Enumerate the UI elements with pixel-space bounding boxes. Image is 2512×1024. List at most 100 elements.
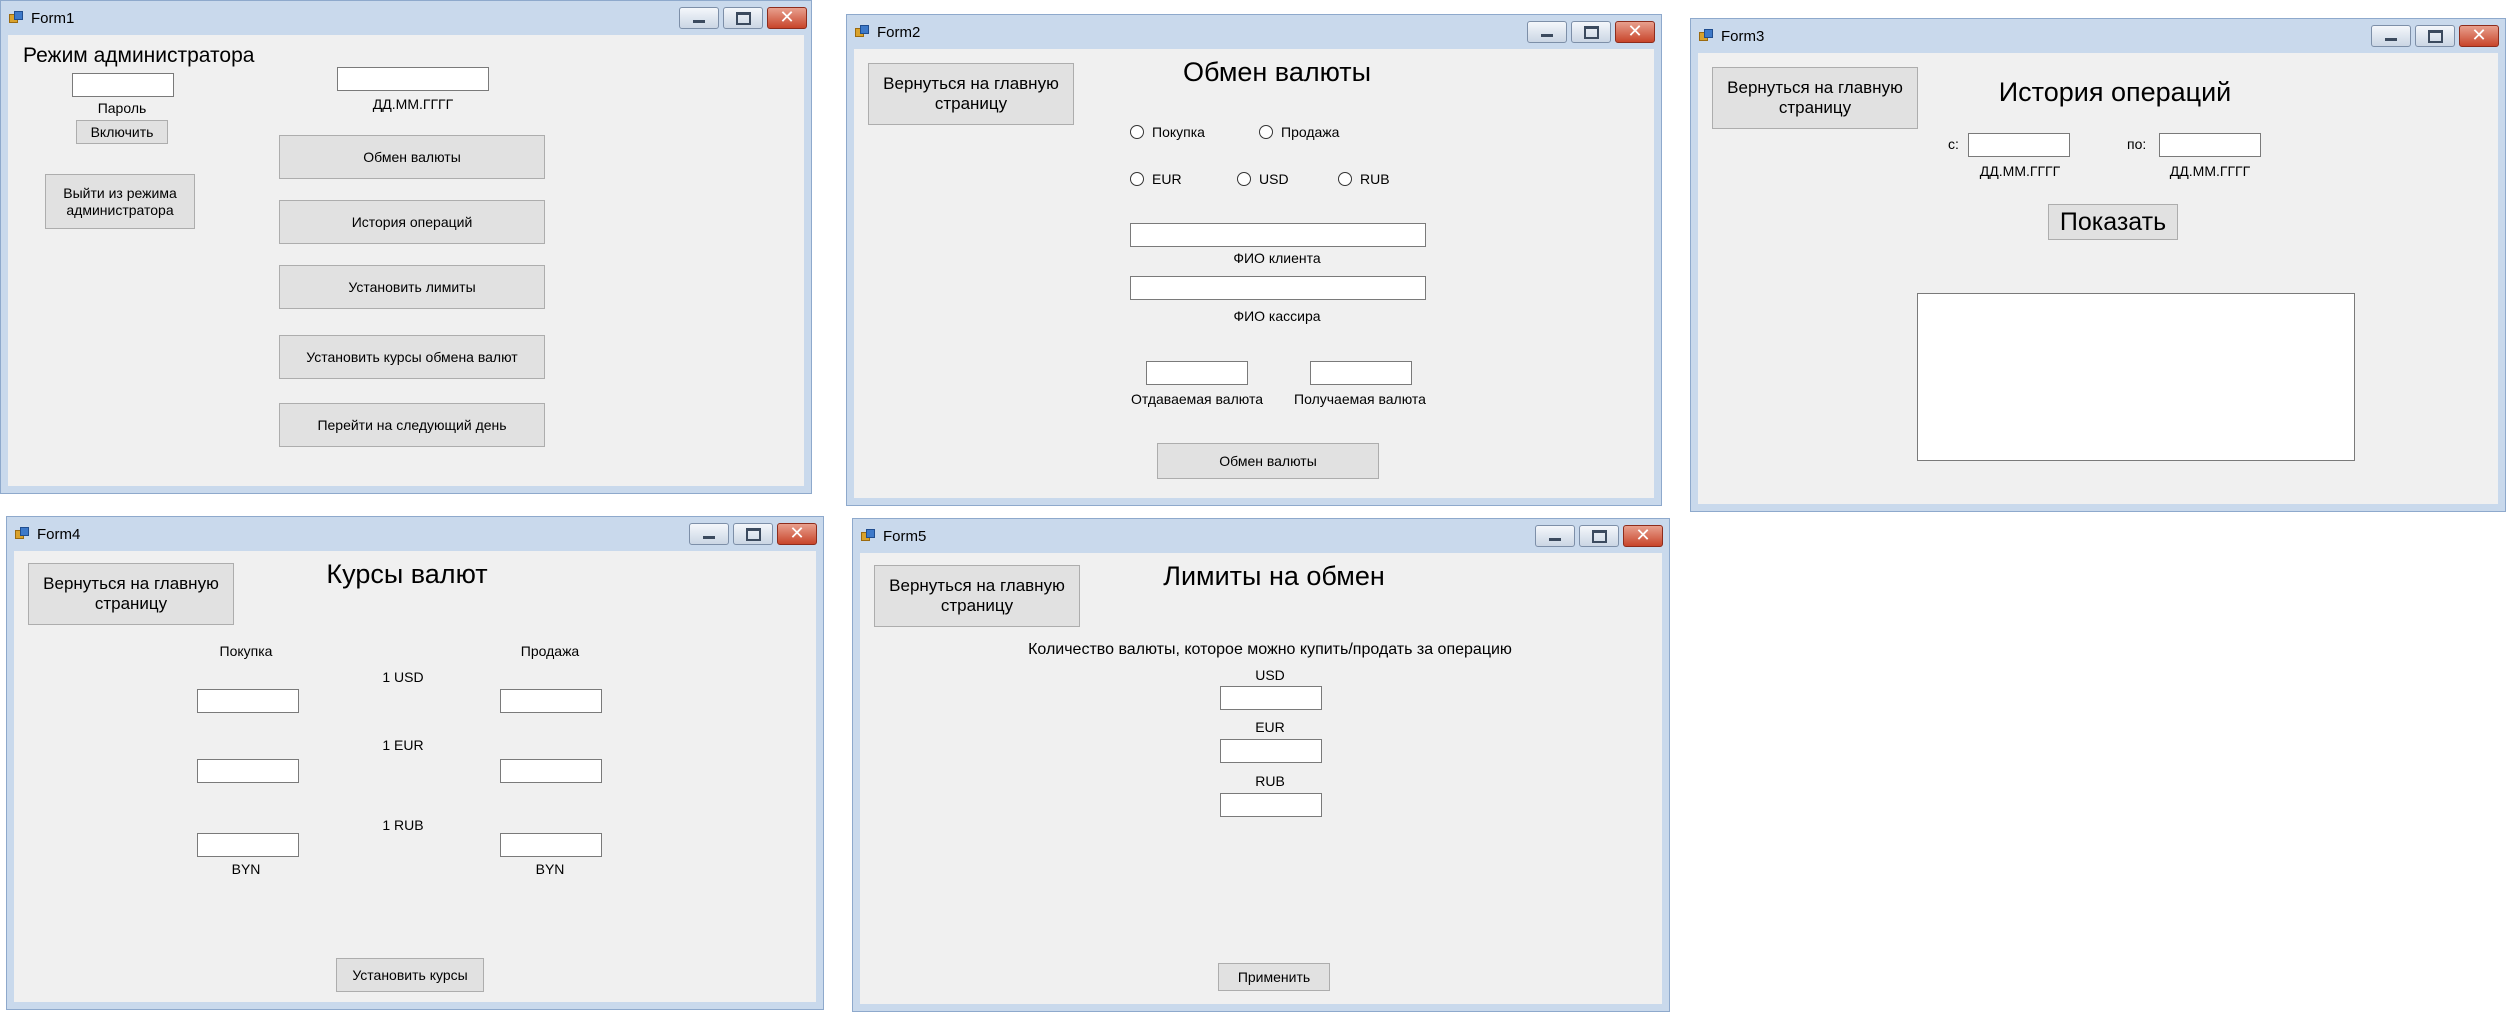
form2-title: Form2 — [877, 24, 921, 41]
form2-window: Form2 ✕ Вернуться на главную страницу Об… — [846, 14, 1662, 506]
exit-admin-button[interactable]: Выйти из режима администратора — [45, 174, 195, 229]
close-button[interactable]: ✕ — [777, 523, 817, 545]
form4-titlebar[interactable]: Form4 ✕ — [7, 517, 823, 551]
usd-buy-input[interactable] — [197, 689, 299, 713]
radio-icon — [1130, 125, 1144, 139]
apply-limits-button[interactable]: Применить — [1218, 963, 1330, 991]
minimize-button[interactable] — [2371, 25, 2411, 47]
radio-eur[interactable]: EUR — [1130, 171, 1182, 187]
back-to-main-button[interactable]: Вернуться на главную страницу — [1712, 67, 1918, 129]
limits-description: Количество валюты, которое можно купить/… — [1028, 641, 1512, 658]
radio-buy[interactable]: Покупка — [1130, 124, 1205, 140]
next-day-button[interactable]: Перейти на следующий день — [279, 403, 545, 447]
back-to-main-button[interactable]: Вернуться на главную страницу — [874, 565, 1080, 627]
given-currency-label: Отдаваемая валюта — [1131, 391, 1263, 407]
buy-column-label: Покупка — [219, 643, 273, 659]
radio-icon — [1338, 172, 1352, 186]
minimize-button[interactable] — [679, 7, 719, 29]
given-currency-input[interactable] — [1146, 361, 1248, 385]
back-to-main-button[interactable]: Вернуться на главную страницу — [28, 563, 234, 625]
currency-exchange-button[interactable]: Обмен валюты — [279, 135, 545, 179]
exchange-submit-button[interactable]: Обмен валюты — [1157, 443, 1379, 479]
close-button[interactable]: ✕ — [1615, 21, 1655, 43]
minimize-icon — [1541, 33, 1553, 37]
form4-window: Form4 ✕ Вернуться на главную страницу Ку… — [6, 516, 824, 1010]
to-date-label: по: — [2127, 136, 2147, 152]
radio-rub[interactable]: RUB — [1338, 171, 1390, 187]
minimize-button[interactable] — [1527, 21, 1567, 43]
maximize-button[interactable] — [2415, 25, 2455, 47]
minimize-icon — [693, 19, 705, 23]
maximize-button[interactable] — [1579, 525, 1619, 547]
usd-rate-label: 1 USD — [382, 669, 424, 685]
admin-mode-heading: Режим администратора — [23, 44, 255, 67]
form5-titlebar[interactable]: Form5 ✕ — [853, 519, 1669, 553]
received-currency-input[interactable] — [1310, 361, 1412, 385]
rub-sell-input[interactable] — [500, 833, 602, 857]
maximize-button[interactable] — [723, 7, 763, 29]
form5-title: Form5 — [883, 528, 927, 545]
sell-column-label: Продажа — [520, 643, 580, 659]
maximize-icon — [2427, 29, 2443, 43]
to-date-format-label: ДД.ММ.ГГГГ — [2169, 163, 2251, 179]
close-button[interactable]: ✕ — [2459, 25, 2499, 47]
form1-titlebar[interactable]: Form1 ✕ — [1, 1, 811, 35]
cashier-name-input[interactable] — [1130, 276, 1426, 300]
date-input[interactable] — [337, 67, 489, 91]
eur-limit-label: EUR — [1255, 719, 1285, 735]
close-icon: ✕ — [1627, 21, 1643, 42]
rub-buy-input[interactable] — [197, 833, 299, 857]
exchange-heading: Обмен валюты — [1182, 57, 1372, 87]
to-date-input[interactable] — [2159, 133, 2261, 157]
usd-sell-input[interactable] — [500, 689, 602, 713]
limits-heading: Лимиты на обмен — [1163, 561, 1385, 591]
minimize-button[interactable] — [689, 523, 729, 545]
form5-client: Вернуться на главную страницу Лимиты на … — [860, 553, 1662, 1004]
close-button[interactable]: ✕ — [1623, 525, 1663, 547]
minimize-button[interactable] — [1535, 525, 1575, 547]
rub-rate-label: 1 RUB — [382, 817, 424, 833]
radio-usd[interactable]: USD — [1237, 171, 1289, 187]
eur-sell-input[interactable] — [500, 759, 602, 783]
operations-history-button[interactable]: История операций — [279, 200, 545, 244]
radio-icon — [1130, 172, 1144, 186]
app-icon — [855, 25, 869, 37]
sell-byn-label: BYN — [535, 861, 565, 877]
date-format-label: ДД.ММ.ГГГГ — [372, 96, 454, 112]
close-icon: ✕ — [1635, 525, 1651, 546]
show-history-button[interactable]: Показать — [2048, 204, 2178, 240]
form1-window: Form1 ✕ Режим администратора Пароль Вклю… — [0, 0, 812, 494]
from-date-input[interactable] — [1968, 133, 2070, 157]
set-rates-button[interactable]: Установить курсы — [336, 958, 484, 992]
from-date-label: с: — [1948, 136, 1959, 152]
usd-limit-input[interactable] — [1220, 686, 1322, 710]
form3-title: Form3 — [1721, 28, 1765, 45]
radio-eur-label: EUR — [1152, 171, 1182, 187]
usd-limit-label: USD — [1255, 667, 1285, 683]
enable-admin-button[interactable]: Включить — [76, 120, 168, 144]
minimize-icon — [1549, 537, 1561, 541]
maximize-button[interactable] — [733, 523, 773, 545]
form5-window: Form5 ✕ Вернуться на главную страницу Ли… — [852, 518, 1670, 1012]
rub-limit-input[interactable] — [1220, 793, 1322, 817]
back-to-main-button[interactable]: Вернуться на главную страницу — [868, 63, 1074, 125]
eur-buy-input[interactable] — [197, 759, 299, 783]
maximize-icon — [1583, 25, 1599, 39]
password-input[interactable] — [72, 73, 174, 97]
app-icon — [9, 11, 23, 23]
form3-window: Form3 ✕ Вернуться на главную страницу Ис… — [1690, 18, 2506, 512]
history-list[interactable] — [1917, 293, 2355, 461]
close-icon: ✕ — [789, 523, 805, 544]
close-button[interactable]: ✕ — [767, 7, 807, 29]
from-date-format-label: ДД.ММ.ГГГГ — [1979, 163, 2061, 179]
form2-titlebar[interactable]: Form2 ✕ — [847, 15, 1661, 49]
set-exchange-rates-button[interactable]: Установить курсы обмена валют — [279, 335, 545, 379]
client-name-input[interactable] — [1130, 223, 1426, 247]
eur-limit-input[interactable] — [1220, 739, 1322, 763]
set-limits-button[interactable]: Установить лимиты — [279, 265, 545, 309]
minimize-icon — [703, 535, 715, 539]
radio-sell[interactable]: Продажа — [1259, 124, 1339, 140]
rates-heading: Курсы валют — [326, 559, 488, 589]
form3-titlebar[interactable]: Form3 ✕ — [1691, 19, 2505, 53]
maximize-button[interactable] — [1571, 21, 1611, 43]
